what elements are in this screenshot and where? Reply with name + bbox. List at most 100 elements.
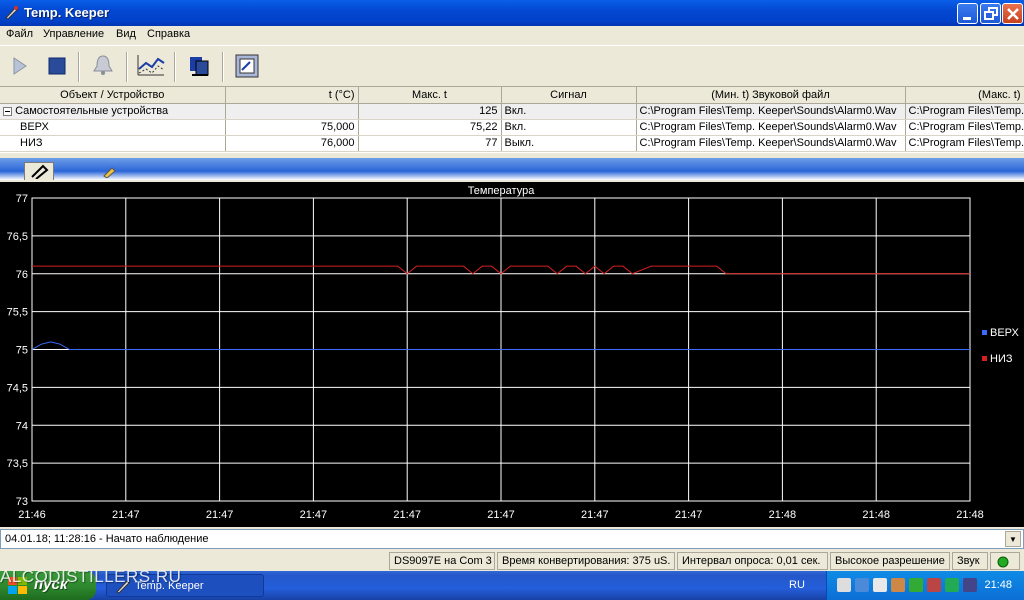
menu-view[interactable]: Вид <box>116 28 136 40</box>
minimize-button[interactable] <box>957 3 978 24</box>
window-title: Temp. Keeper <box>24 5 110 20</box>
menu-file[interactable]: Файл <box>6 28 33 40</box>
toolbar <box>0 45 1024 87</box>
x-tick-label: 21:48 <box>862 509 890 521</box>
stop-button[interactable] <box>40 49 74 83</box>
legend-swatch <box>982 356 987 361</box>
clock: 21:48 <box>984 579 1012 591</box>
tab-chart[interactable] <box>98 162 128 180</box>
alarm-button[interactable] <box>86 49 120 83</box>
x-tick-label: 21:47 <box>675 509 703 521</box>
app-tray-icon[interactable] <box>837 578 851 592</box>
volume-icon[interactable] <box>873 578 887 592</box>
y-tick-label: 76 <box>16 269 28 281</box>
antivirus-icon[interactable] <box>927 578 941 592</box>
language-indicator[interactable]: RU <box>789 579 805 591</box>
menu-bar: Файл Управление Вид Справка <box>0 26 1024 44</box>
toolbar-separator <box>78 52 80 82</box>
y-tick-label: 73 <box>16 496 28 508</box>
x-tick-label: 21:47 <box>112 509 140 521</box>
column-header[interactable]: Объект / Устройство <box>0 87 226 104</box>
log-combobox[interactable]: 04.01.18; 11:28:16 - Начато наблюдение ▼ <box>0 529 1024 549</box>
table-header: Объект / Устройство t (°C) Макс. t Сигна… <box>0 87 1024 104</box>
x-tick-label: 21:47 <box>300 509 328 521</box>
table-cell: ВЕРХ <box>0 119 226 136</box>
menu-help[interactable]: Справка <box>147 28 190 40</box>
x-tick-label: 21:48 <box>769 509 797 521</box>
update-icon[interactable] <box>909 578 923 592</box>
maximize-button[interactable] <box>980 3 1001 24</box>
close-icon <box>1007 8 1019 20</box>
y-tick-label: 73,5 <box>7 458 28 470</box>
play-icon <box>13 57 27 75</box>
table-cell: Выкл. <box>501 135 637 152</box>
column-header[interactable]: Сигнал <box>501 87 637 104</box>
table-row-group[interactable]: Самостоятельные устройства 125 Вкл. C:\P… <box>0 103 1024 120</box>
devices-button[interactable] <box>182 49 216 83</box>
table-cell: НИЗ <box>0 135 226 152</box>
legend-swatch <box>982 330 987 335</box>
table-cell: C:\Program Files\Temp. <box>905 135 1024 152</box>
bell-icon <box>93 55 113 75</box>
y-tick-label: 74,5 <box>7 382 28 394</box>
status-led-icon <box>997 556 1009 568</box>
x-tick-label: 21:47 <box>581 509 609 521</box>
status-port: DS9097E на Com 3 <box>389 552 495 570</box>
column-header[interactable]: (Макс. t) <box>905 87 1024 104</box>
chart-canvas: Температура7776,57675,57574,57473,57321:… <box>7 185 1020 521</box>
x-tick-label: 21:47 <box>487 509 515 521</box>
x-tick-label: 21:47 <box>206 509 234 521</box>
table-cell: Вкл. <box>501 103 637 120</box>
settings-button[interactable] <box>230 49 264 83</box>
y-tick-label: 77 <box>16 193 28 205</box>
y-tick-label: 74 <box>16 420 28 432</box>
shield-icon[interactable] <box>945 578 959 592</box>
close-button[interactable] <box>1002 3 1023 24</box>
table-cell: C:\Program Files\Temp. Keeper\Sounds\Ala… <box>636 103 906 120</box>
table-cell: 75,22 <box>358 119 502 136</box>
monitor-icon[interactable] <box>963 578 977 592</box>
security-icon[interactable] <box>891 578 905 592</box>
settings-icon <box>235 54 259 78</box>
status-conversion: Время конвертирования: 375 uS. <box>497 552 675 570</box>
table-cell: Вкл. <box>501 119 637 136</box>
chart-button[interactable] <box>134 49 168 83</box>
table-cell: 77 <box>358 135 502 152</box>
table-cell: 76,000 <box>225 135 359 152</box>
chart-title: Температура <box>468 185 536 197</box>
toolbar-separator <box>126 52 128 82</box>
y-tick-label: 76,5 <box>7 231 28 243</box>
tab-sensor[interactable] <box>24 162 54 180</box>
dropdown-button[interactable]: ▼ <box>1005 531 1021 547</box>
table-row[interactable]: НИЗ 76,000 77 Выкл. C:\Program Files\Tem… <box>0 135 1024 152</box>
tab-strip <box>0 158 1024 180</box>
status-led-cell <box>990 552 1020 570</box>
legend-label: ВЕРХ <box>990 327 1020 339</box>
watermark: ALCODISTILLERS.RU <box>0 567 182 586</box>
sensor-icon <box>31 164 49 180</box>
restore-icon <box>984 7 998 20</box>
table-cell: 125 <box>358 103 502 120</box>
table-row[interactable]: ВЕРХ 75,000 75,22 Вкл. C:\Program Files\… <box>0 119 1024 136</box>
network-icon[interactable] <box>855 578 869 592</box>
title-bar: Temp. Keeper <box>0 0 1024 26</box>
start-button[interactable] <box>2 49 36 83</box>
temperature-chart: Температура 77 76,5 76 75,5 75 74,5 74 73,5 73 21:… <box>0 182 1024 527</box>
group-name: Самостоятельные устройства <box>15 105 169 117</box>
status-resolution: Высокое разрешение <box>830 552 950 570</box>
column-header[interactable]: Макс. t <box>358 87 502 104</box>
devices-icon <box>190 57 209 76</box>
collapse-icon[interactable] <box>3 106 12 116</box>
table-cell: C:\Program Files\Temp. <box>905 119 1024 136</box>
app-icon <box>5 6 19 20</box>
stop-icon <box>48 57 66 75</box>
log-text: 04.01.18; 11:28:16 - Начато наблюдение <box>5 533 209 545</box>
menu-control[interactable]: Управление <box>43 28 104 40</box>
x-tick-label: 21:48 <box>956 509 984 521</box>
column-header[interactable]: t (°C) <box>225 87 359 104</box>
toolbar-separator <box>222 52 224 82</box>
table-cell: Самостоятельные устройства <box>0 103 226 120</box>
table-cell <box>225 103 359 120</box>
table-cell: 75,000 <box>225 119 359 136</box>
column-header[interactable]: (Мин. t) Звуковой файл <box>636 87 906 104</box>
